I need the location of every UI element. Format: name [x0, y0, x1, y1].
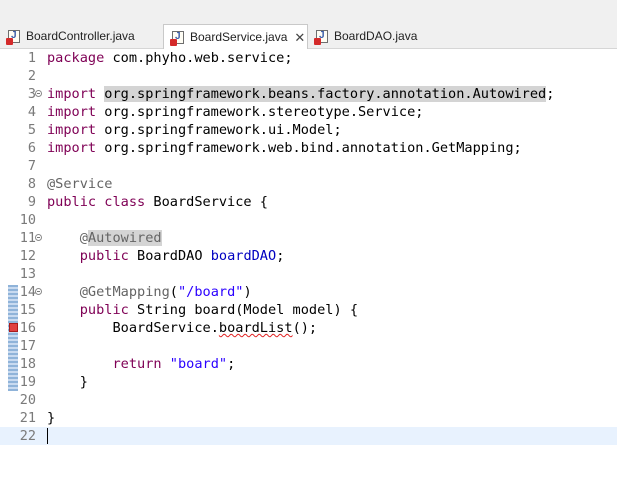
- tab-label: BoardDAO.java: [334, 29, 418, 43]
- line-number: 21: [19, 410, 36, 426]
- annotation: @: [79, 230, 88, 246]
- line-number: 22: [19, 428, 36, 444]
- line-number: 20: [19, 392, 36, 408]
- code-text: ();: [292, 320, 318, 336]
- line-number: 2: [27, 68, 36, 84]
- text-caret: [47, 428, 48, 444]
- code-text: ;: [227, 356, 236, 372]
- line-number: 1: [27, 50, 36, 66]
- field-name: boardDAO: [210, 248, 277, 264]
- line-number: 19: [19, 374, 36, 390]
- code-line: 12 public BoardDAO boardDAO;: [0, 247, 617, 265]
- string-literal: "board": [169, 356, 228, 372]
- code-text: String board(Model model) {: [128, 302, 359, 318]
- code-line: 4 import org.springframework.stereotype.…: [0, 103, 617, 121]
- keyword: public: [79, 302, 129, 318]
- code-text: BoardService {: [145, 194, 268, 210]
- fold-toggle-icon[interactable]: [35, 234, 42, 241]
- annotation: @GetMapping: [79, 284, 170, 300]
- code-line: 3 import org.springframework.beans.facto…: [0, 85, 617, 103]
- code-text: ;: [276, 248, 285, 264]
- keyword: import: [47, 86, 97, 102]
- code-text: (: [169, 284, 178, 300]
- keyword: import: [47, 140, 97, 156]
- editor-tab-bar: BoardController.java BoardService.java ✕…: [0, 0, 617, 49]
- line-number: 12: [19, 248, 36, 264]
- line-number: 6: [27, 140, 36, 156]
- java-file-icon: [314, 29, 328, 45]
- line-number: 4: [27, 104, 36, 120]
- code-line: 7: [0, 157, 617, 175]
- code-line: 8 @Service: [0, 175, 617, 193]
- line-number: 16: [19, 320, 36, 336]
- keyword: return: [112, 356, 162, 372]
- code-line: 11 @Autowired: [0, 229, 617, 247]
- code-line: 14 @GetMapping("/board"): [0, 283, 617, 301]
- code-line: 1 package com.phyho.web.service;: [0, 49, 617, 67]
- tab-label: BoardService.java: [190, 30, 288, 44]
- line-number: 15: [19, 302, 36, 318]
- line-number: 17: [19, 338, 36, 354]
- code-line: 13: [0, 265, 617, 283]
- error-badge-icon: [6, 37, 13, 45]
- tab-board-dao[interactable]: BoardDAO.java: [308, 24, 418, 48]
- code-line: 10: [0, 211, 617, 229]
- code-text: ): [243, 284, 252, 300]
- keyword: import: [47, 104, 97, 120]
- code-line: 15 public String board(Model model) {: [0, 301, 617, 319]
- line-number: 3: [27, 86, 36, 102]
- highlighted-text: Autowired: [87, 230, 162, 246]
- keyword: package: [47, 50, 105, 66]
- code-line: 21 }: [0, 409, 617, 427]
- code-line: 19 }: [0, 373, 617, 391]
- tab-board-controller[interactable]: BoardController.java: [0, 24, 162, 48]
- keyword: public: [47, 194, 97, 210]
- code-line: 5 import org.springframework.ui.Model;: [0, 121, 617, 139]
- line-number: 14: [19, 284, 36, 300]
- code-text: ;: [546, 86, 555, 102]
- error-badge-icon: [170, 38, 177, 46]
- keyword: class: [104, 194, 146, 210]
- line-number: 9: [27, 194, 36, 210]
- code-text: org.springframework.web.bind.annotation.…: [96, 140, 522, 156]
- code-text: BoardDAO: [128, 248, 211, 264]
- fold-toggle-icon[interactable]: [35, 90, 42, 97]
- line-number: 5: [27, 122, 36, 138]
- java-file-icon: [170, 30, 184, 46]
- tab-label: BoardController.java: [26, 29, 135, 43]
- highlighted-text: org.springframework.beans.factory.annota…: [104, 86, 547, 102]
- line-number: 8: [27, 176, 36, 192]
- code-line: 16 BoardService.boardList();: [0, 319, 617, 337]
- error-text: boardList: [218, 320, 293, 336]
- code-text: org.springframework.stereotype.Service;: [96, 104, 424, 120]
- line-number: 10: [19, 212, 36, 228]
- line-number: 18: [19, 356, 36, 372]
- code-line: 20: [0, 391, 617, 409]
- code-line: 17: [0, 337, 617, 355]
- keyword: import: [47, 122, 97, 138]
- string-literal: "/board": [177, 284, 244, 300]
- code-editor[interactable]: 1 package com.phyho.web.service; 2 3 imp…: [0, 49, 617, 477]
- code-line: 9 public class BoardService {: [0, 193, 617, 211]
- code-text: }: [79, 374, 88, 390]
- line-number: 13: [19, 266, 36, 282]
- code-text: }: [47, 410, 56, 426]
- code-text: BoardService.: [112, 320, 219, 336]
- code-text: com.phyho.web.service;: [104, 50, 293, 66]
- error-badge-icon: [314, 37, 321, 45]
- current-line: 22: [0, 427, 617, 445]
- fold-toggle-icon[interactable]: [35, 288, 42, 295]
- tab-board-service[interactable]: BoardService.java ✕: [163, 24, 308, 49]
- code-text: org.springframework.ui.Model;: [96, 122, 342, 138]
- keyword: public: [79, 248, 129, 264]
- code-line: 18 return "board";: [0, 355, 617, 373]
- close-tab-icon[interactable]: ✕: [294, 31, 305, 44]
- code-line: 2: [0, 67, 617, 85]
- line-number: 11: [19, 230, 36, 246]
- line-number: 7: [27, 158, 36, 174]
- annotation: @Service: [47, 176, 113, 192]
- code-line: 6 import org.springframework.web.bind.an…: [0, 139, 617, 157]
- java-file-icon: [6, 29, 20, 45]
